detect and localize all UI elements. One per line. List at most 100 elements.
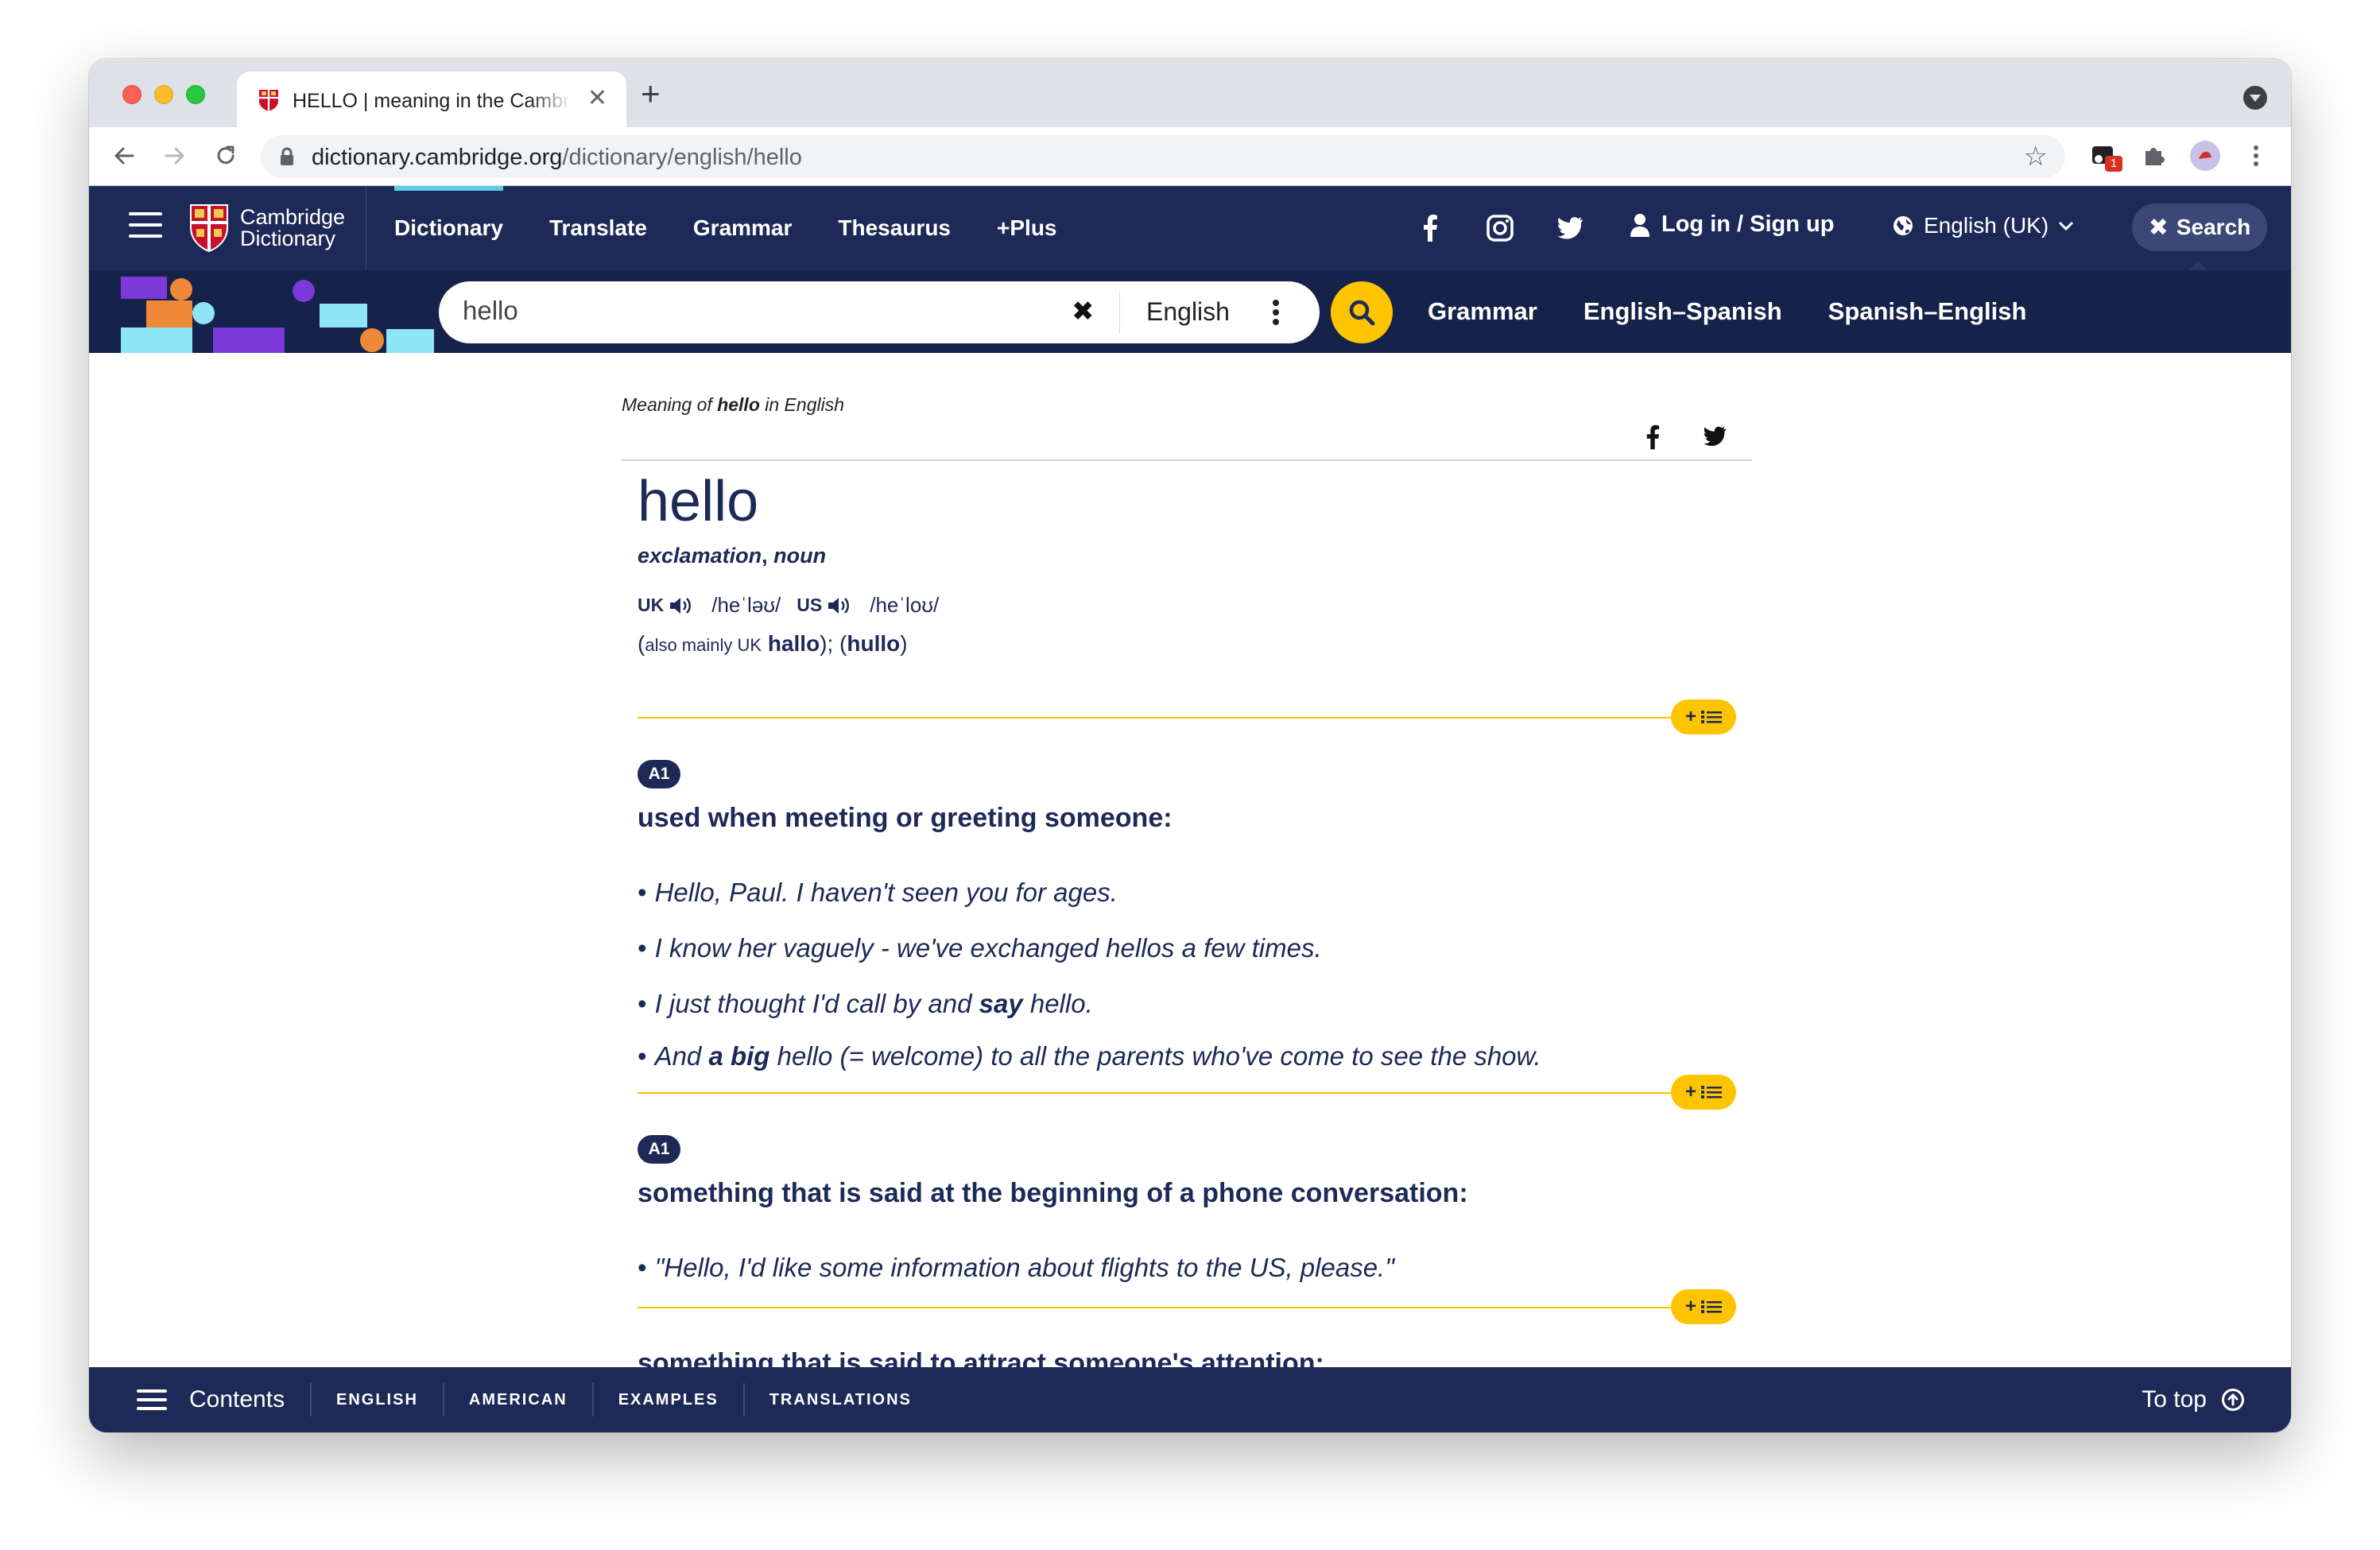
cambridge-crest-icon	[259, 90, 278, 111]
plus-label: +	[1684, 1081, 1696, 1102]
menu-icon[interactable]	[129, 212, 162, 241]
section-link-examples[interactable]: EXAMPLES	[591, 1383, 743, 1416]
example-text: I know her vaguely - we've exchanged hel…	[654, 933, 1322, 963]
example-text: "Hello, I'd like some information about …	[654, 1253, 1394, 1282]
facebook-icon[interactable]	[1415, 213, 1445, 243]
new-tab-button[interactable]: +	[641, 77, 661, 110]
definition: used when meeting or greeting someone:	[638, 803, 1173, 833]
example-text: And	[654, 1041, 709, 1071]
url-path: /dictionary/english/hello	[562, 145, 802, 170]
search-divider	[1119, 291, 1120, 334]
part-of-speech: exclamation, noun	[638, 544, 826, 568]
extension-icon[interactable]: 1	[2087, 140, 2122, 172]
link-spanish-english[interactable]: Spanish–English	[1828, 270, 2073, 353]
tab-title: HELLO | meaning in the Cambridge English…	[293, 90, 571, 112]
to-top-label: To top	[2142, 1386, 2207, 1412]
twitter-icon[interactable]	[1555, 213, 1585, 243]
nav-plus[interactable]: +Plus	[974, 186, 1080, 270]
back-icon[interactable]	[108, 140, 140, 172]
to-top-button[interactable]: To top	[2142, 1367, 2245, 1432]
speaker-icon[interactable]	[669, 595, 694, 616]
puzzle-icon[interactable]	[2138, 140, 2170, 172]
pos-noun: noun	[773, 544, 827, 568]
reload-icon[interactable]	[210, 140, 242, 172]
add-to-list-button[interactable]: +	[1671, 1289, 1736, 1324]
example-sentence: • I just thought I'd call by and say hell…	[638, 989, 1093, 1018]
header-search-label: Search	[2176, 215, 2251, 239]
tab-close-icon[interactable]: ✕	[587, 86, 607, 111]
kebab-icon[interactable]	[2240, 140, 2272, 172]
tab-search-icon[interactable]	[2243, 86, 2267, 110]
close-window-button[interactable]	[122, 85, 141, 104]
variant-sep: ); (	[820, 631, 847, 656]
search-button[interactable]	[1331, 281, 1393, 343]
avatar[interactable]	[2189, 140, 2221, 172]
browser-tab-active[interactable]: HELLO | meaning in the Cambridge English…	[237, 72, 626, 127]
pronunciation: UK /heˈləʊ/ US /heˈloʊ/	[638, 593, 955, 618]
language-select[interactable]: English (UK)	[1892, 213, 2083, 238]
example-text: I just thought I'd call by and	[654, 989, 979, 1018]
variant-hullo: hullo	[847, 631, 901, 656]
instagram-icon[interactable]	[1485, 213, 1515, 243]
nav-translate[interactable]: Translate	[526, 186, 670, 270]
list-icon	[1701, 711, 1722, 723]
header-search-button[interactable]: ✖ Search	[2132, 203, 2267, 251]
browser-window: HELLO | meaning in the Cambridge English…	[89, 59, 2291, 1432]
section-link-translations[interactable]: TRANSLATIONS	[742, 1383, 936, 1416]
globe-icon	[1894, 216, 1913, 235]
list-icon	[1701, 1300, 1722, 1313]
forward-icon[interactable]	[159, 140, 191, 172]
dictionary-select[interactable]: English	[1146, 297, 1230, 327]
search-input[interactable]	[463, 296, 1019, 326]
section-link-english[interactable]: ENGLISH	[310, 1383, 443, 1416]
nav-thesaurus[interactable]: Thesaurus	[815, 186, 974, 270]
login-link[interactable]: Log in / Sign up	[1630, 211, 1834, 238]
headword: hello	[638, 470, 759, 533]
maximize-window-button[interactable]	[186, 85, 205, 104]
star-icon[interactable]: ☆	[2024, 143, 2048, 170]
link-english-spanish[interactable]: English–Spanish	[1583, 270, 1828, 353]
site-header: Cambridge Dictionary Dictionary Translat…	[89, 186, 2291, 270]
url-text: dictionary.cambridge.org/dictionary/engl…	[312, 145, 802, 171]
extension-badge: 1	[2105, 156, 2122, 172]
link-grammar[interactable]: Grammar	[1428, 270, 1583, 353]
speaker-icon[interactable]	[827, 595, 852, 616]
address-bar[interactable]: dictionary.cambridge.org/dictionary/engl…	[261, 135, 2065, 178]
dictionary-links: Grammar English–Spanish Spanish–English	[1428, 270, 2072, 353]
us-ipa: /heˈloʊ/	[870, 593, 940, 617]
example-sentence: • And a big hello (= welcome) to all the …	[638, 1041, 1541, 1071]
twitter-icon[interactable]	[1703, 426, 1727, 447]
arrow-up-circle-icon	[2222, 1389, 2244, 1411]
minimize-window-button[interactable]	[154, 85, 173, 104]
cambridge-crest-icon	[190, 204, 228, 253]
add-to-list-button[interactable]: +	[1671, 699, 1736, 734]
clear-icon[interactable]: ✖	[1072, 296, 1095, 327]
example-text: Hello, Paul. I haven't seen you for ages…	[654, 878, 1118, 907]
meaning-suffix: in English	[759, 394, 844, 415]
nav-grammar[interactable]: Grammar	[670, 186, 816, 270]
add-to-list-button[interactable]: +	[1671, 1075, 1736, 1110]
more-options-icon[interactable]	[1272, 297, 1280, 327]
cambridge-logo[interactable]: Cambridge Dictionary	[189, 200, 345, 256]
example-text: hello (= welcome) to all the parents who…	[769, 1041, 1541, 1071]
search-band: ✖ English Grammar English–Spanish Spanis…	[89, 270, 2291, 353]
plus-label: +	[1684, 1296, 1696, 1317]
example-text: hello.	[1022, 989, 1093, 1018]
variant-paren: )	[900, 631, 908, 656]
main-nav: Dictionary Translate Grammar Thesaurus +…	[385, 186, 1080, 270]
plus-label: +	[1684, 706, 1696, 727]
menu-icon	[137, 1384, 167, 1416]
entry-content: Meaning of hello in English hello exclam…	[89, 353, 2291, 1378]
nav-dictionary[interactable]: Dictionary	[385, 186, 526, 270]
facebook-icon[interactable]	[1645, 424, 1660, 450]
contents-bar: Contents ENGLISH AMERICAN EXAMPLES TRANS…	[89, 1367, 2291, 1432]
decorative-shapes	[121, 277, 434, 353]
browser-toolbar: dictionary.cambridge.org/dictionary/engl…	[89, 127, 2291, 186]
section-link-american[interactable]: AMERICAN	[442, 1383, 592, 1416]
us-label: US	[797, 595, 823, 615]
cefr-level-badge: A1	[638, 1135, 680, 1164]
meaning-prefix: Meaning of	[622, 394, 718, 415]
meaning-word: hello	[717, 394, 760, 415]
contents-button[interactable]: Contents	[137, 1367, 285, 1432]
variant-note: also mainly UK	[645, 635, 762, 655]
